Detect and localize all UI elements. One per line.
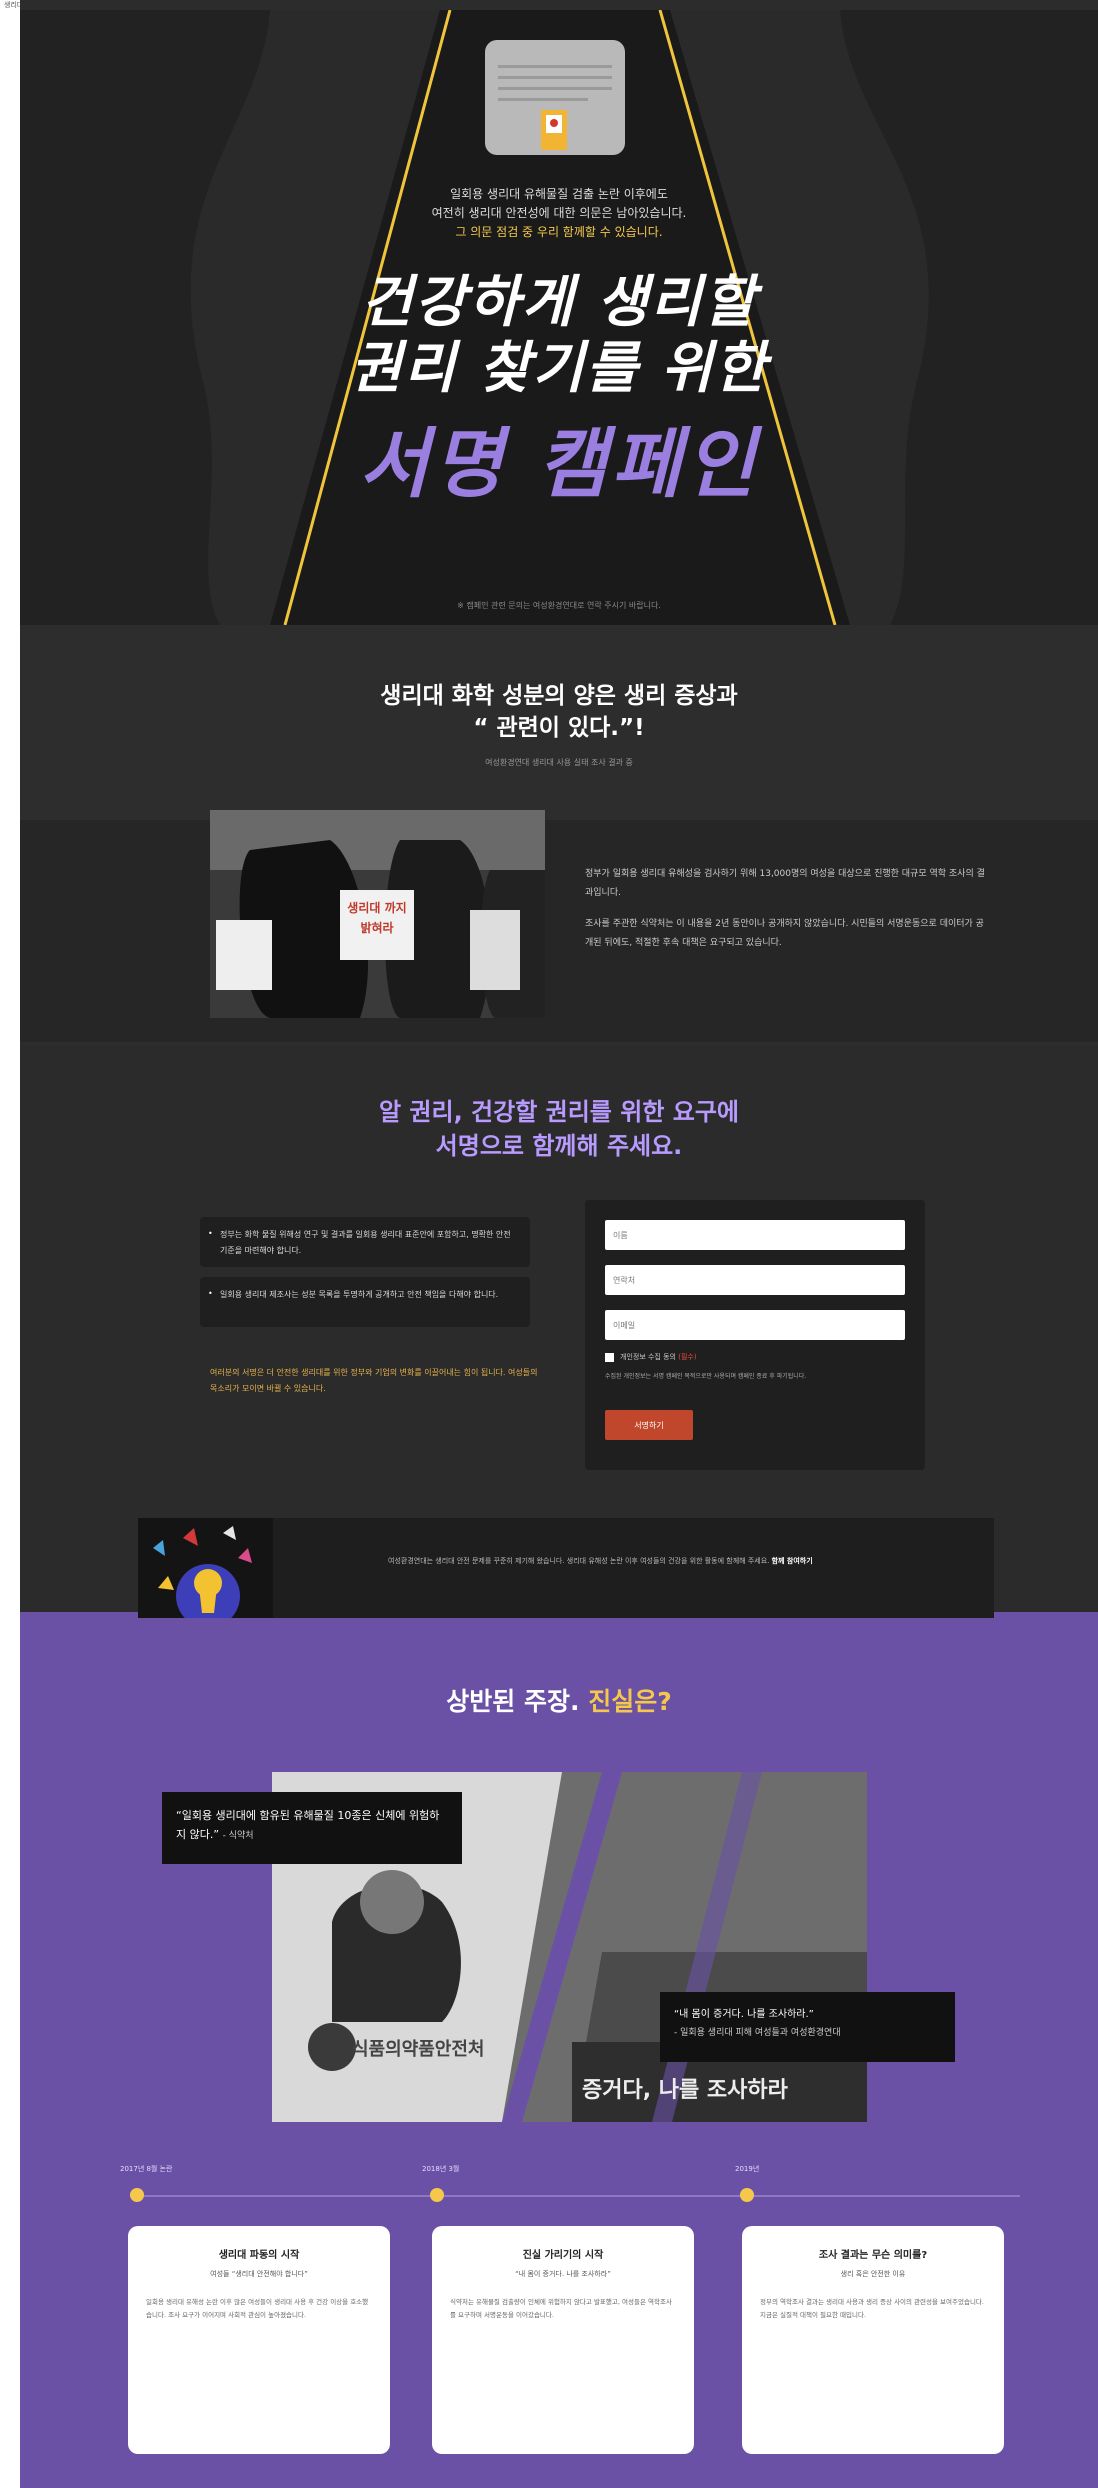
hero-big-title: 서명 캠페인 — [358, 419, 760, 508]
timeline-card-1: 생리대 파동의 시작 여성들 “생리대 안전해야 합니다” 일회용 생리대 유해… — [128, 2226, 390, 2454]
petition-form: 개인정보 수집 동의 (필수) 수집된 개인정보는 서명 캠페인 목적으로만 사… — [585, 1200, 925, 1470]
privacy-note: 수집된 개인정보는 서명 캠페인 목적으로만 사용되며 캠페인 종료 후 파기됩… — [605, 1373, 807, 1380]
submit-signature-button[interactable]: 서명하기 — [605, 1410, 693, 1440]
agree-required: (필수) — [678, 1353, 697, 1361]
timeline-card-3-subtitle: 생리 혹은 안전한 이유 — [840, 2270, 906, 2278]
timeline-label-3: 2019년 — [735, 2165, 760, 2173]
banner-text: 여성환경연대는 생리대 안전 문제를 꾸준히 제기해 왔습니다. 생리대 유해성… — [388, 1554, 978, 1568]
timeline-card-3-body: 정부의 역학조사 결과는 생리대 사용과 생리 증상 사이의 관련성을 보여주었… — [760, 2298, 984, 2319]
timeline-dot-1 — [130, 2188, 144, 2202]
hero-intro-highlight: 그 의문 점검 중 우리 함께할 수 있습니다. — [455, 225, 663, 239]
timeline-card-1-title: 생리대 파동의 시작 — [218, 2250, 300, 2261]
timeline-label-2: 2018년 3월 — [422, 2165, 460, 2173]
timeline-card-2-subtitle: “내 몸이 증거다. 나를 조사하라” — [515, 2270, 611, 2278]
agree-label: 개인정보 수집 동의 (필수) — [620, 1352, 697, 1362]
petition-title-line-1: 알 권리, 건강할 권리를 위한 요구에 — [378, 1098, 739, 1126]
petition-note: 여러분의 서명은 더 안전한 생리대를 위한 정부와 기업의 변화를 이끌어내는… — [210, 1368, 538, 1393]
hero-title-line-1: 건강하게 생리할 — [360, 270, 758, 335]
banner-text-bold: 함께 참여하기 — [771, 1557, 813, 1565]
quote-women: “내 몸이 증거다. 나를 조사하라.” - 일회용 생리대 피해 여성들과 여성… — [660, 1992, 955, 2062]
quote-women-text: “내 몸이 증거다. 나를 조사하라.” — [674, 2009, 814, 2020]
petition-title: 알 권리, 건강할 권리를 위한 요구에 서명으로 함께해 주세요. — [20, 1095, 1098, 1163]
demand-bullet-2: 일회용 생리대 제조사는 성분 목록을 투명하게 공개하고 안전 책임을 다해야… — [200, 1277, 530, 1327]
timeline-card-2: 진실 가리기의 시작 “내 몸이 증거다. 나를 조사하라” 식약처는 유해물질… — [432, 2226, 694, 2454]
truth-title-main: 상반된 주장. — [446, 1687, 589, 1716]
findings-subtitle: 여성환경연대 생리대 사용 실태 조사 결과 중 — [485, 758, 633, 767]
hero-title-line-2: 권리 찾기를 위한 — [350, 336, 768, 401]
hero-footnote: ※ 캠페인 관련 문의는 여성환경연대로 연락 주시기 바랍니다. — [457, 601, 661, 610]
findings-title-line-1: 생리대 화학 성분의 양은 생리 증상과 — [380, 683, 738, 709]
truth-title: 상반된 주장. 진실은? — [20, 1682, 1098, 1718]
email-input[interactable] — [605, 1310, 905, 1340]
timeline-card-2-body: 식약처는 유해물질 검출량이 인체에 위험하지 않다고 발표했고, 여성들은 역… — [450, 2298, 672, 2319]
timeline-label-1: 2017년 8월 논란 — [120, 2165, 173, 2173]
timeline-dot-2 — [430, 2188, 444, 2202]
timeline-card-1-subtitle: 여성들 “생리대 안전해야 합니다” — [210, 2270, 308, 2278]
collage-banner-text: 증거다, 나를 조사하라 — [582, 2078, 788, 2103]
protest-sign-left — [216, 920, 272, 990]
timeline-card-1-body: 일회용 생리대 유해성 논란 이후 많은 여성들이 생리대 사용 후 건강 이상… — [146, 2298, 369, 2319]
quote-women-source: - 일회용 생리대 피해 여성들과 여성환경연대 — [674, 2028, 841, 2038]
findings-title: 생리대 화학 성분의 양은 생리 증상과 “ 관련이 있다.”! — [20, 680, 1098, 744]
agree-label-text: 개인정보 수집 동의 — [620, 1353, 676, 1361]
findings-paragraph-2: 조사를 주관한 식약처는 이 내용을 2년 동안이나 공개하지 않았습니다. 시… — [585, 919, 984, 948]
timeline-card-3-title: 조사 결과는 무슨 의미를? — [818, 2250, 928, 2261]
protest-photo: 생리대 까지 밝혀라 — [210, 810, 545, 1018]
findings-paragraph-1: 정부가 일회용 생리대 유해성을 검사하기 위해 13,000명의 여성을 대상… — [585, 869, 985, 898]
agree-checkbox[interactable] — [605, 1353, 614, 1362]
hero-intro-text: 일회용 생리대 유해물질 검출 논란 이후에도 여전히 생리대 안전성에 대한 … — [20, 185, 1098, 242]
petition-section: 알 권리, 건강할 권리를 위한 요구에 서명으로 함께해 주세요. 정부는 화… — [20, 1045, 1098, 1585]
hero-intro-line-1: 일회용 생리대 유해물질 검출 논란 이후에도 — [450, 187, 668, 201]
phone-input[interactable] — [605, 1265, 905, 1295]
demand-bullet-1: 정부는 화학 물질 위해성 연구 및 결과를 일회용 생리대 표준안에 포함하고… — [200, 1217, 530, 1267]
findings-title-line-2: “ 관련이 있다.”! — [473, 715, 645, 741]
quote-mfds: “일회용 생리대에 함유된 유해물질 10종은 신체에 위험하지 않다.” - … — [162, 1792, 462, 1864]
truth-title-highlight: 진실은? — [588, 1687, 672, 1716]
banner-text-body: 여성환경연대는 생리대 안전 문제를 꾸준히 제기해 왔습니다. 생리대 유해성… — [388, 1557, 770, 1565]
banner-illustration-shapes — [138, 1518, 273, 1618]
campaign-page: 일회용 생리대 유해물질 검출 논란 이후에도 여전히 생리대 안전성에 대한 … — [20, 0, 1098, 2488]
quote-mfds-text: “일회용 생리대에 함유된 유해물질 10종은 신체에 위험하지 않다.” — [176, 1809, 440, 1841]
info-banner: 여성환경연대는 생리대 안전 문제를 꾸준히 제기해 왔습니다. 생리대 유해성… — [138, 1518, 994, 1618]
hero-section: 일회용 생리대 유해물질 검출 논란 이후에도 여전히 생리대 안전성에 대한 … — [20, 10, 1098, 625]
quote-mfds-source: - 식약처 — [222, 1831, 254, 1841]
hero-title: 건강하게 생리할 권리 찾기를 위한 — [20, 270, 1098, 402]
protest-sign-center: 생리대 까지 밝혀라 — [340, 890, 414, 960]
banner-illustration — [138, 1518, 273, 1618]
findings-description: 정부가 일회용 생리대 유해성을 검사하기 위해 13,000명의 여성을 대상… — [585, 865, 985, 965]
truth-section: 상반된 주장. 진실은? 식품의약품안전처 증거다, 나를 조사하라 “일회용 … — [20, 1612, 1098, 2488]
name-input[interactable] — [605, 1220, 905, 1250]
timeline-card-3: 조사 결과는 무슨 의미를? 생리 혹은 안전한 이유 정부의 역학조사 결과는… — [742, 2226, 1004, 2454]
protest-sign-right — [470, 910, 520, 990]
timeline-card-2-title: 진실 가리기의 시작 — [522, 2250, 604, 2261]
hero-intro-line-2: 여전히 생리대 안전성에 대한 의문은 남아있습니다. — [431, 206, 687, 220]
findings-section: 생리대 화학 성분의 양은 생리 증상과 “ 관련이 있다.”! 여성환경연대 … — [20, 625, 1098, 1045]
timeline-line — [130, 2195, 1020, 2197]
collage-sign-text: 식품의약품안전처 — [352, 2039, 485, 2060]
petition-title-line-2: 서명으로 함께해 주세요. — [435, 1132, 683, 1160]
timeline-dot-3 — [740, 2188, 754, 2202]
